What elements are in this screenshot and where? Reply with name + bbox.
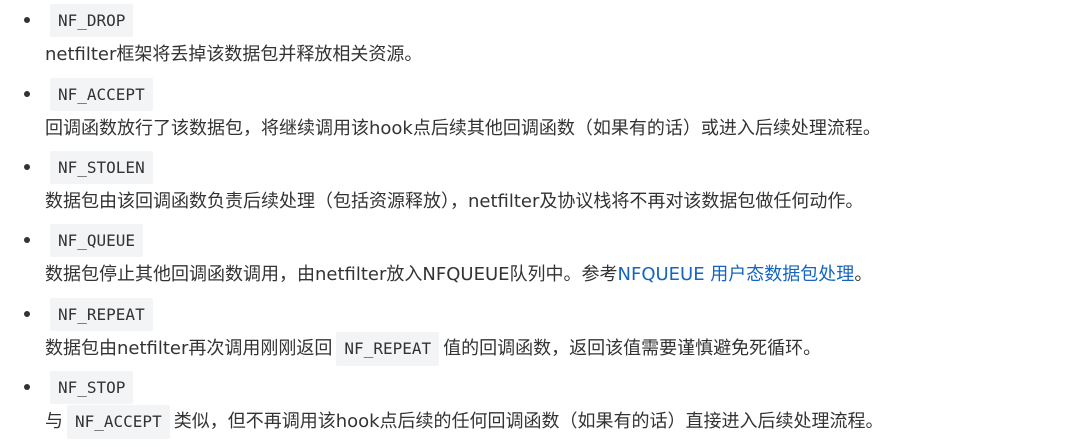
- list-item-nf-repeat: NF_REPEAT 数据包由netfilter再次调用刚刚返回 NF_REPEAT…: [0, 296, 1069, 370]
- bullet-icon: [24, 17, 30, 23]
- description-text: netfilter框架将丢掉该数据包并释放相关资源。: [45, 44, 423, 65]
- inline-code: NF_ACCEPT: [67, 405, 170, 439]
- list-item-nf-drop: NF_DROP netfilter框架将丢掉该数据包并释放相关资源。: [0, 2, 1069, 76]
- nfqueue-link[interactable]: NFQUEUE 用户态数据包处理: [618, 264, 855, 285]
- list-item-nf-queue: NF_QUEUE 数据包停止其他回调函数调用，由netfilter放入NFQUE…: [0, 222, 1069, 296]
- description-text-end: 值的回调函数，返回该值需要谨慎避免死循环。: [443, 338, 822, 359]
- bullet-icon: [24, 91, 30, 97]
- term-code: NF_DROP: [50, 4, 134, 37]
- description-text: 数据包由该回调函数负责后续处理（包括资源释放），netfilter及协议栈将不再…: [45, 191, 864, 212]
- item-description: 数据包由该回调函数负责后续处理（包括资源释放），netfilter及协议栈将不再…: [45, 185, 863, 219]
- list-item-nf-stop: NF_STOP 与 NF_ACCEPT 类似，但不再调用该hook点后续的任何回调函…: [0, 369, 1069, 443]
- bullet-icon: [24, 384, 30, 390]
- list-item-nf-stolen: NF_STOLEN 数据包由该回调函数负责后续处理（包括资源释放），netfil…: [0, 149, 1069, 223]
- item-description: 回调函数放行了该数据包，将继续调用该hook点后续其他回调函数（如果有的话）或进…: [45, 112, 881, 146]
- list-item-nf-accept: NF_ACCEPT 回调函数放行了该数据包，将继续调用该hook点后续其他回调函…: [0, 76, 1069, 150]
- item-description: 数据包由netfilter再次调用刚刚返回 NF_REPEAT 值的回调函数，返回该…: [45, 332, 821, 366]
- description-text-end: 类似，但不再调用该hook点后续的任何回调函数（如果有的话）直接进入后续处理流程…: [173, 411, 884, 432]
- bullet-icon: [24, 164, 30, 170]
- description-text-end: 。: [854, 264, 873, 285]
- term-code: NF_STOLEN: [50, 151, 153, 184]
- term-code: NF_ACCEPT: [50, 78, 153, 111]
- term-code: NF_QUEUE: [50, 224, 144, 257]
- term-code: NF_STOP: [50, 371, 134, 404]
- bullet-icon: [24, 237, 30, 243]
- description-text: 与: [45, 411, 63, 432]
- bullet-icon: [24, 311, 30, 317]
- description-text: 回调函数放行了该数据包，将继续调用该hook点后续其他回调函数（如果有的话）或进…: [45, 118, 881, 139]
- description-text: 数据包由netfilter再次调用刚刚返回: [45, 338, 333, 359]
- description-text: 数据包停止其他回调函数调用，由netfilter放入NFQUEUE队列中。参考: [45, 264, 618, 285]
- term-code: NF_REPEAT: [50, 298, 153, 331]
- item-description: 数据包停止其他回调函数调用，由netfilter放入NFQUEUE队列中。参考N…: [45, 258, 872, 292]
- item-description: netfilter框架将丢掉该数据包并释放相关资源。: [45, 38, 422, 72]
- inline-code: NF_REPEAT: [336, 332, 440, 366]
- item-description: 与 NF_ACCEPT 类似，但不再调用该hook点后续的任何回调函数（如果有的话）…: [45, 405, 884, 439]
